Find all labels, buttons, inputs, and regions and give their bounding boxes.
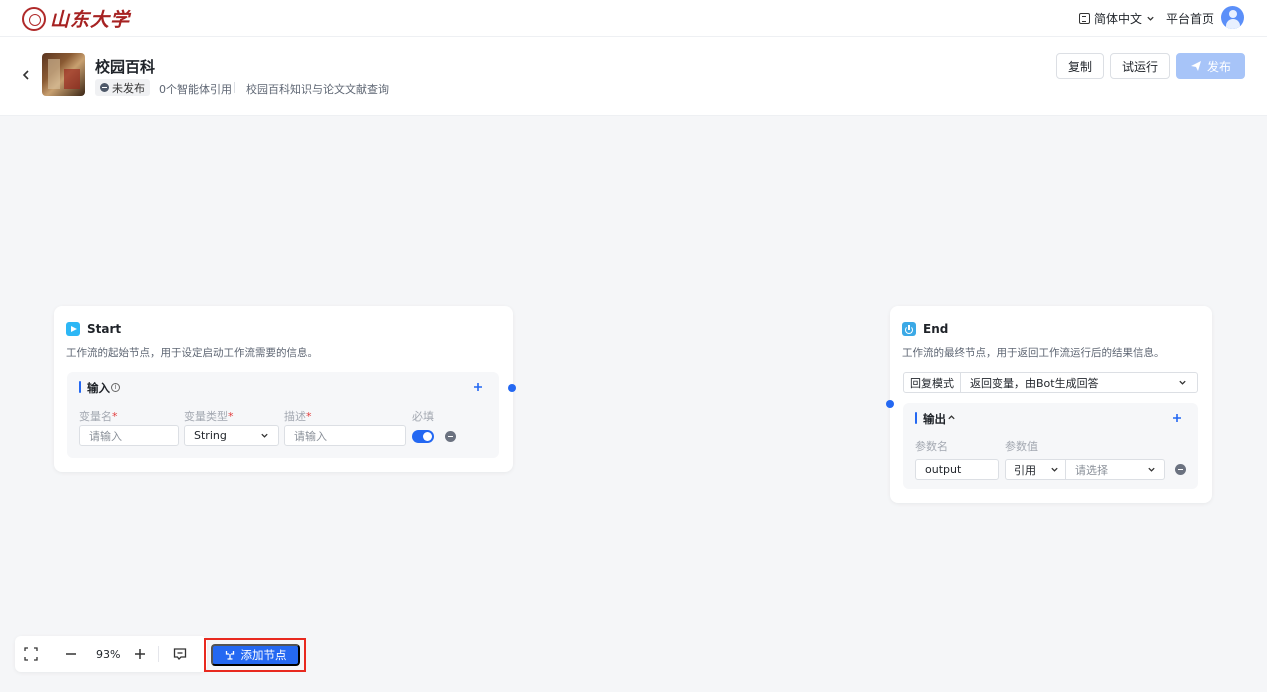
add-output-icon[interactable]: [1172, 413, 1182, 423]
send-icon: [1190, 61, 1201, 71]
section-marker: [79, 381, 81, 393]
workflow-title: 校园百科: [95, 58, 156, 76]
remove-row-icon[interactable]: [1175, 464, 1186, 475]
output-port[interactable]: [508, 384, 516, 392]
fullscreen-icon[interactable]: [24, 647, 38, 661]
agent-reference-count: 0个智能体引用: [159, 83, 232, 96]
status-text: 未发布: [112, 81, 145, 95]
chevron-down-icon: [261, 433, 268, 438]
zoom-level: 93%: [96, 648, 121, 661]
comment-icon[interactable]: [173, 647, 187, 661]
reference-type-select[interactable]: 引用: [1006, 460, 1066, 479]
power-icon: [902, 322, 916, 336]
logo[interactable]: 山东大学: [22, 5, 130, 32]
variable-select[interactable]: 请选择: [1066, 460, 1164, 479]
zoom-in-icon[interactable]: [133, 647, 147, 661]
canvas-toolbar: 93%: [15, 636, 207, 672]
input-section-label: 输入: [87, 381, 110, 395]
info-icon[interactable]: i: [111, 383, 120, 392]
section-marker: [915, 412, 917, 424]
column-variable-name: 变量名*: [79, 410, 118, 423]
variable-select-placeholder: 请选择: [1075, 463, 1108, 477]
column-description: 描述*: [284, 410, 312, 423]
chevron-down-icon: [1147, 16, 1154, 21]
required-toggle[interactable]: [412, 430, 434, 443]
column-variable-type: 变量类型*: [184, 410, 234, 423]
test-run-button[interactable]: 试运行: [1110, 53, 1170, 79]
output-section: 输出 参数名 参数值 output 引用 请选择: [903, 403, 1198, 489]
param-name-input[interactable]: output: [915, 459, 999, 480]
variable-name-input[interactable]: 请输入: [79, 425, 179, 446]
reply-mode-value: 返回变量，由Bot生成回答: [970, 376, 1099, 390]
column-param-name: 参数名: [915, 440, 948, 453]
end-node-title: End: [923, 322, 949, 336]
reply-mode-select[interactable]: 回复模式 返回变量，由Bot生成回答: [903, 372, 1198, 393]
description-input[interactable]: 请输入: [284, 425, 406, 446]
publish-label: 发布: [1206, 59, 1231, 74]
start-node-description: 工作流的起始节点，用于设定启动工作流需要的信息。: [66, 347, 318, 359]
play-icon: [66, 322, 80, 336]
variable-type-select[interactable]: String: [184, 425, 279, 446]
divider: [234, 82, 235, 93]
remove-row-icon[interactable]: [445, 431, 456, 442]
logo-text: 山东大学: [50, 9, 131, 31]
end-node-description: 工作流的最终节点，用于返回工作流运行后的结果信息。: [902, 347, 1165, 359]
variable-type-value: String: [194, 429, 227, 442]
status-badge: 未发布: [95, 79, 150, 96]
start-node[interactable]: Start 工作流的起始节点，用于设定启动工作流需要的信息。 输入 i 变量名*…: [54, 306, 516, 472]
add-input-icon[interactable]: [473, 382, 483, 392]
column-param-value: 参数值: [1005, 440, 1038, 453]
param-value-group: 引用 请选择: [1005, 459, 1165, 480]
language-icon: [1079, 13, 1090, 24]
add-node-label: 添加节点: [240, 650, 287, 662]
node-add-icon: [225, 651, 234, 660]
home-link[interactable]: 平台首页: [1166, 10, 1214, 27]
input-port[interactable]: [886, 400, 894, 408]
chevron-up-icon[interactable]: [947, 413, 956, 422]
input-section: 输入 i 变量名* 变量类型* 描述* 必填 请输入 String 请输入: [67, 372, 499, 458]
chevron-down-icon: [1148, 467, 1155, 472]
column-required: 必填: [412, 410, 434, 423]
output-section-label: 输出: [923, 412, 946, 426]
add-node-button[interactable]: 添加节点: [211, 644, 300, 666]
unpublished-icon: [100, 83, 109, 92]
workflow-description: 校园百科知识与论文文献查询: [246, 83, 389, 96]
user-avatar[interactable]: [1221, 6, 1244, 29]
chevron-down-icon: [1051, 467, 1058, 472]
end-node[interactable]: End 工作流的最终节点，用于返回工作流运行后的结果信息。 回复模式 返回变量，…: [886, 306, 1212, 503]
university-seal-icon: [22, 6, 46, 31]
back-arrow-icon[interactable]: [20, 69, 32, 81]
zoom-out-icon[interactable]: [64, 647, 78, 661]
copy-button[interactable]: 复制: [1056, 53, 1104, 79]
top-nav: 山东大学 简体中文 平台首页: [0, 0, 1267, 37]
reply-mode-label: 回复模式: [904, 373, 961, 392]
language-selector[interactable]: 简体中文: [1079, 10, 1155, 27]
workflow-thumbnail: [42, 53, 85, 96]
start-node-title: Start: [87, 322, 122, 336]
divider: [158, 646, 159, 662]
chevron-down-icon: [1179, 380, 1186, 385]
language-label: 简体中文: [1094, 12, 1143, 26]
reference-type-value: 引用: [1014, 463, 1036, 477]
publish-button[interactable]: 发布: [1176, 53, 1245, 79]
workflow-header: 校园百科 未发布 0个智能体引用 校园百科知识与论文文献查询 复制 试运行 发布: [0, 37, 1267, 116]
